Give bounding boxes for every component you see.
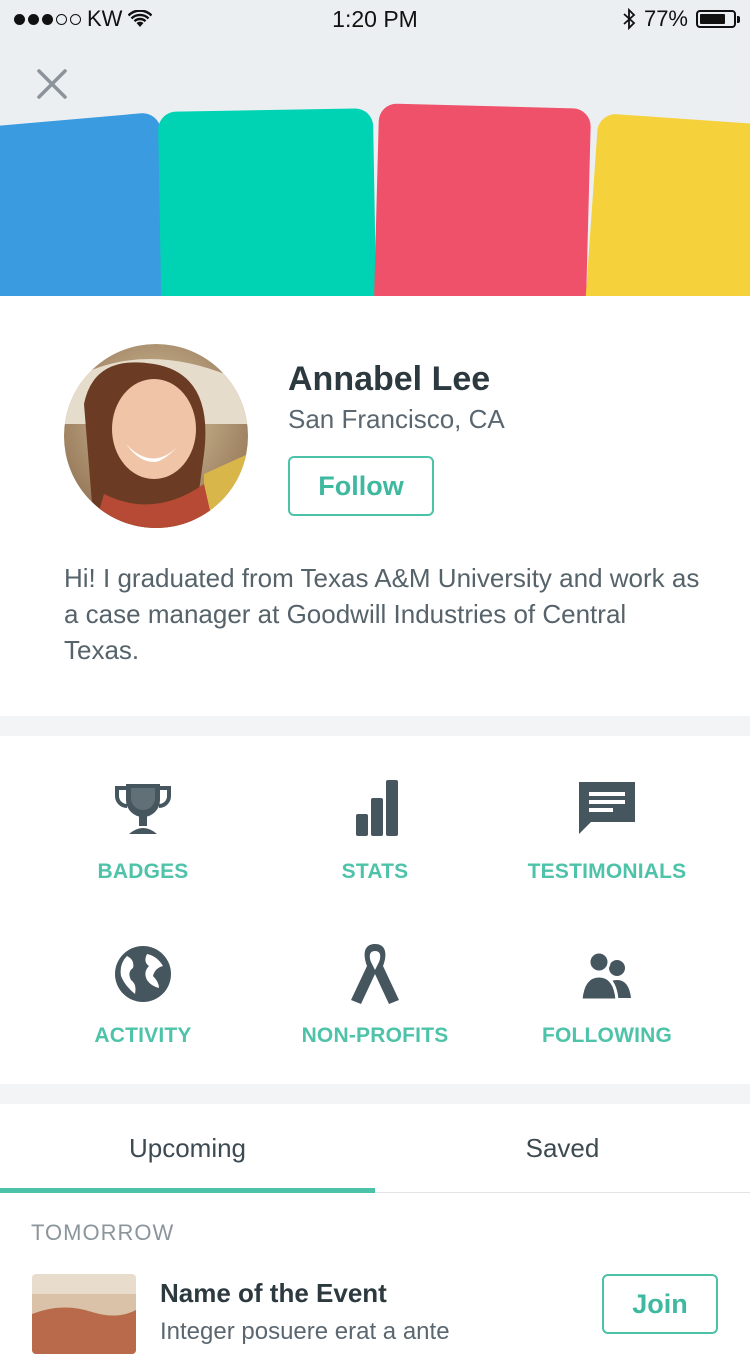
profile-section: Annabel Lee San Francisco, CA Follow Hi!… bbox=[0, 296, 750, 716]
people-icon bbox=[579, 950, 631, 1002]
tab-saved[interactable]: Saved bbox=[375, 1104, 750, 1192]
grid-item-following[interactable]: FOLLOWING bbox=[482, 940, 732, 1060]
status-right: 77% bbox=[622, 6, 740, 32]
profile-header bbox=[0, 40, 750, 296]
event-tabs: Upcoming Saved bbox=[0, 1104, 750, 1193]
section-label-tomorrow: TOMORROW bbox=[31, 1220, 175, 1245]
bluetooth-icon bbox=[623, 8, 636, 30]
profile-menu-grid: BADGES STATS TESTIMONIALS ACTIVITY NON-P… bbox=[0, 736, 750, 1084]
active-tab-indicator bbox=[0, 1188, 375, 1193]
grid-label-following: FOLLOWING bbox=[541, 1024, 673, 1047]
grid-item-non-profits[interactable]: NON-PROFITS bbox=[250, 940, 500, 1060]
list-item[interactable]: Name of the Event Integer posuere erat a… bbox=[0, 1270, 750, 1354]
section-divider bbox=[0, 1084, 750, 1104]
globe-icon bbox=[115, 946, 171, 1002]
grid-item-testimonials[interactable]: TESTIMONIALS bbox=[482, 776, 732, 896]
grid-label-non-profits: NON-PROFITS bbox=[301, 1024, 449, 1047]
header-card-yellow bbox=[581, 112, 750, 296]
event-description: Integer posuere erat a ante bbox=[160, 1318, 450, 1345]
header-card-red bbox=[372, 103, 592, 296]
event-title: Name of the Event bbox=[160, 1278, 387, 1308]
trophy-icon bbox=[115, 784, 171, 834]
ribbon-icon bbox=[351, 944, 399, 1004]
grid-label-activity: ACTIVITY bbox=[94, 1024, 192, 1047]
battery-icon bbox=[696, 10, 740, 28]
grid-label-badges: BADGES bbox=[97, 860, 189, 883]
grid-item-stats[interactable]: STATS bbox=[250, 776, 500, 896]
tab-upcoming[interactable]: Upcoming bbox=[0, 1104, 375, 1192]
profile-location: San Francisco, CA bbox=[288, 404, 505, 434]
header-card-green bbox=[157, 108, 378, 296]
grid-item-activity[interactable]: ACTIVITY bbox=[18, 940, 268, 1060]
avatar bbox=[64, 344, 248, 528]
battery-fill bbox=[700, 14, 725, 24]
battery-percent: 77% bbox=[643, 6, 688, 31]
profile-bio: Hi! I graduated from Texas A&M Universit… bbox=[64, 563, 700, 665]
follow-button[interactable]: Follow bbox=[288, 456, 434, 516]
bar-chart-icon bbox=[356, 780, 398, 836]
close-icon[interactable] bbox=[34, 66, 70, 102]
join-button[interactable]: Join bbox=[602, 1274, 718, 1334]
section-divider bbox=[0, 716, 750, 736]
message-icon bbox=[579, 782, 635, 834]
event-thumbnail bbox=[32, 1274, 136, 1354]
grid-label-stats: STATS bbox=[341, 860, 409, 883]
grid-item-badges[interactable]: BADGES bbox=[18, 776, 268, 896]
grid-label-testimonials: TESTIMONIALS bbox=[527, 860, 687, 883]
header-card-blue bbox=[0, 111, 181, 296]
profile-name: Annabel Lee bbox=[288, 360, 491, 398]
status-bar: KW 1:20 PM 77% bbox=[0, 0, 750, 40]
